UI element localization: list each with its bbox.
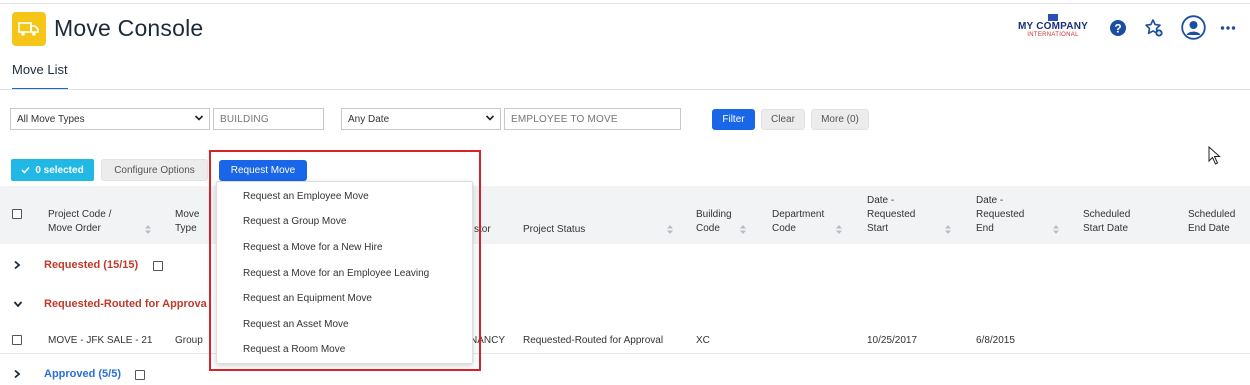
- col-project-code-label-2: Move Order: [48, 223, 101, 234]
- col-move-type[interactable]: Move Type: [175, 208, 199, 236]
- col-building-code[interactable]: Building Code: [696, 208, 732, 236]
- move-types-select[interactable]: All Move Types: [10, 108, 210, 130]
- group-requested-checkbox[interactable]: [153, 261, 163, 271]
- col-move-type-label-2: Type: [175, 223, 197, 234]
- col-project-status[interactable]: Project Status: [523, 223, 585, 237]
- sort-icon: [667, 225, 673, 234]
- filter-button[interactable]: Filter: [712, 109, 755, 130]
- chevron-down-icon: [485, 113, 495, 126]
- date-select[interactable]: Any Date: [341, 108, 501, 130]
- group-requested-label[interactable]: Requested (15/15): [44, 259, 138, 271]
- row-building-code: XC: [696, 335, 710, 346]
- col-building-code-label-2: Code: [696, 223, 720, 234]
- check-icon: [21, 166, 30, 174]
- group-approved-label[interactable]: Approved (5/5): [44, 368, 121, 380]
- company-logo-name: MY COMPANY: [1018, 21, 1088, 32]
- highlight-box: [209, 150, 481, 371]
- sort-icon: [1053, 225, 1059, 234]
- col-req-end-label-3: End: [976, 223, 994, 234]
- row-move-type: Group: [175, 335, 203, 346]
- col-department-code-label-1: Department: [772, 209, 825, 220]
- row-requested-start: 10/25/2017: [867, 335, 918, 346]
- col-sched-end-label-2: End Date: [1188, 223, 1230, 234]
- col-req-start-label-1: Date -: [867, 195, 895, 206]
- group-routed-label[interactable]: Requested-Routed for Approva: [44, 298, 207, 310]
- row-project-status: Requested-Routed for Approval: [523, 335, 664, 346]
- col-date-requested-start[interactable]: Date - Requested Start: [867, 194, 915, 236]
- col-building-code-label-1: Building: [696, 209, 732, 220]
- tab-divider: [0, 89, 1250, 90]
- clear-button[interactable]: Clear: [761, 109, 805, 130]
- col-move-type-label-1: Move: [175, 209, 200, 220]
- col-scheduled-end[interactable]: Scheduled End Date: [1188, 208, 1235, 236]
- move-types-value: All Move Types: [17, 114, 85, 125]
- sort-icon: [740, 225, 746, 234]
- select-all-checkbox[interactable]: [12, 209, 22, 219]
- chevron-right-icon[interactable]: [12, 369, 22, 379]
- chevron-right-icon[interactable]: [12, 260, 22, 270]
- top-border: [0, 3, 1250, 4]
- chevron-down-icon: [194, 113, 204, 126]
- company-logo: MY COMPANY INTERNATIONAL: [1012, 14, 1094, 42]
- col-department-code-label-2: Code: [772, 223, 796, 234]
- col-project-code[interactable]: Project Code / Move Order: [48, 208, 111, 236]
- row-divider: [0, 353, 1250, 354]
- help-icon[interactable]: ?: [1106, 16, 1130, 40]
- selected-count-button[interactable]: 0 selected: [11, 159, 94, 181]
- more-icon[interactable]: [1216, 16, 1240, 40]
- row-checkbox[interactable]: [12, 335, 22, 345]
- col-department-code[interactable]: Department Code: [772, 208, 824, 236]
- table-header: Project Code / Move Order Move Type stor…: [0, 186, 1250, 244]
- col-date-requested-end[interactable]: Date - Requested End: [976, 194, 1024, 236]
- chevron-down-icon[interactable]: [13, 299, 23, 309]
- tab-move-list[interactable]: Move List: [12, 62, 68, 90]
- more-filters-button[interactable]: More (0): [811, 109, 869, 130]
- row-project-code[interactable]: MOVE - JFK SALE - 21: [48, 335, 152, 346]
- favorites-add-icon[interactable]: [1142, 16, 1166, 40]
- col-req-start-label-2: Requested: [867, 209, 916, 220]
- col-project-code-label-1: Project Code /: [48, 209, 112, 220]
- company-logo-mark: [1048, 14, 1058, 21]
- col-sched-start-label-2: Start Date: [1083, 223, 1129, 234]
- sort-icon: [836, 225, 842, 234]
- col-req-start-label-3: Start: [867, 223, 889, 234]
- col-req-end-label-2: Requested: [976, 209, 1025, 220]
- mouse-cursor-icon: [1208, 146, 1221, 165]
- sort-icon: [945, 225, 951, 234]
- configure-options-button[interactable]: Configure Options: [101, 159, 208, 181]
- employee-to-move-input[interactable]: [504, 108, 681, 130]
- sort-icon: [145, 225, 151, 234]
- col-sched-start-label-1: Scheduled: [1083, 209, 1131, 220]
- group-approved-checkbox[interactable]: [135, 370, 145, 380]
- selected-count-label: 0 selected: [35, 164, 84, 176]
- col-sched-end-label-1: Scheduled: [1188, 209, 1236, 220]
- date-value: Any Date: [348, 114, 390, 125]
- building-input[interactable]: [213, 108, 324, 130]
- company-logo-sub: INTERNATIONAL: [1027, 32, 1079, 38]
- page-title: Move Console: [54, 15, 204, 41]
- user-avatar-icon[interactable]: [1180, 14, 1206, 40]
- col-scheduled-start[interactable]: Scheduled Start Date: [1083, 208, 1130, 236]
- col-req-end-label-1: Date -: [976, 195, 1004, 206]
- svg-text:?: ?: [1114, 22, 1121, 36]
- row-requested-end: 6/8/2015: [976, 335, 1015, 346]
- app-logo-truck-icon: [12, 12, 46, 46]
